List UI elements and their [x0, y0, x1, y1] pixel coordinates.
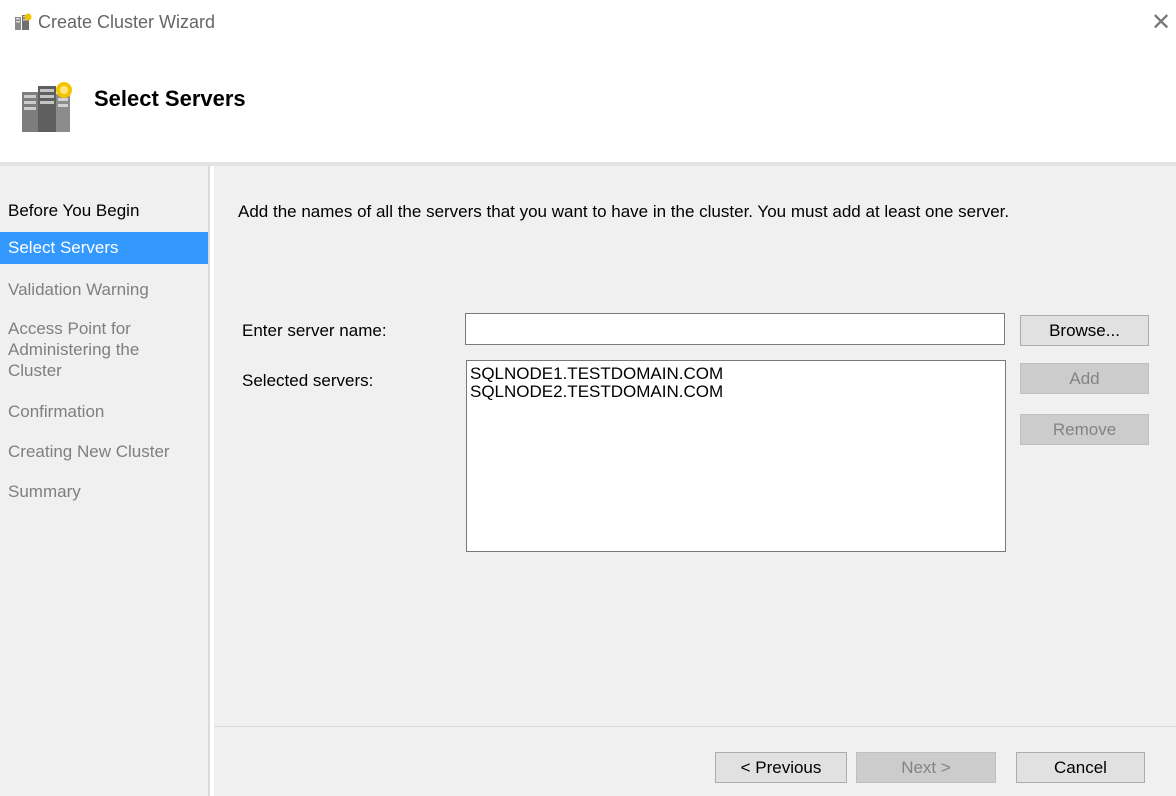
step-summary: Summary — [8, 482, 81, 501]
previous-button[interactable]: < Previous — [715, 752, 847, 783]
remove-button[interactable]: Remove — [1020, 414, 1149, 445]
step-select-servers: Select Servers — [0, 232, 208, 264]
title-bar: Create Cluster Wizard ✕ — [0, 0, 1176, 48]
servers-icon — [22, 82, 72, 132]
step-confirmation: Confirmation — [8, 402, 105, 421]
page-title: Select Servers — [94, 86, 246, 111]
window-title: Create Cluster Wizard — [38, 12, 216, 32]
wizard-header: Select Servers — [0, 48, 1176, 162]
wizard-steps: Before You Begin Select Servers Validati… — [0, 166, 210, 796]
next-button[interactable]: Next > — [856, 752, 996, 783]
server-name-input[interactable] — [465, 313, 1005, 345]
close-button[interactable]: ✕ — [1150, 10, 1172, 36]
step-creating-new-cluster: Creating New Cluster — [8, 442, 170, 461]
server-name-label: Enter server name: — [242, 321, 387, 340]
step-access-point: Access Point for Administering the Clust… — [8, 319, 140, 380]
wizard-footer: < Previous Next > Cancel — [214, 726, 1176, 796]
cluster-wizard-icon — [15, 13, 32, 30]
close-icon: ✕ — [1150, 9, 1172, 36]
step-before-you-begin: Before You Begin — [8, 201, 140, 220]
list-item[interactable]: SQLNODE2.TESTDOMAIN.COM — [470, 383, 1002, 401]
cancel-button[interactable]: Cancel — [1016, 752, 1145, 783]
instructions-text: Add the names of all the servers that yo… — [238, 202, 1010, 221]
wizard-content: Add the names of all the servers that yo… — [214, 166, 1176, 726]
browse-button[interactable]: Browse... — [1020, 315, 1149, 346]
add-button[interactable]: Add — [1020, 363, 1149, 394]
list-item[interactable]: SQLNODE1.TESTDOMAIN.COM — [470, 365, 1002, 383]
step-validation-warning: Validation Warning — [8, 280, 149, 299]
selected-servers-list[interactable]: SQLNODE1.TESTDOMAIN.COM SQLNODE2.TESTDOM… — [466, 360, 1006, 552]
selected-servers-label: Selected servers: — [242, 371, 374, 390]
